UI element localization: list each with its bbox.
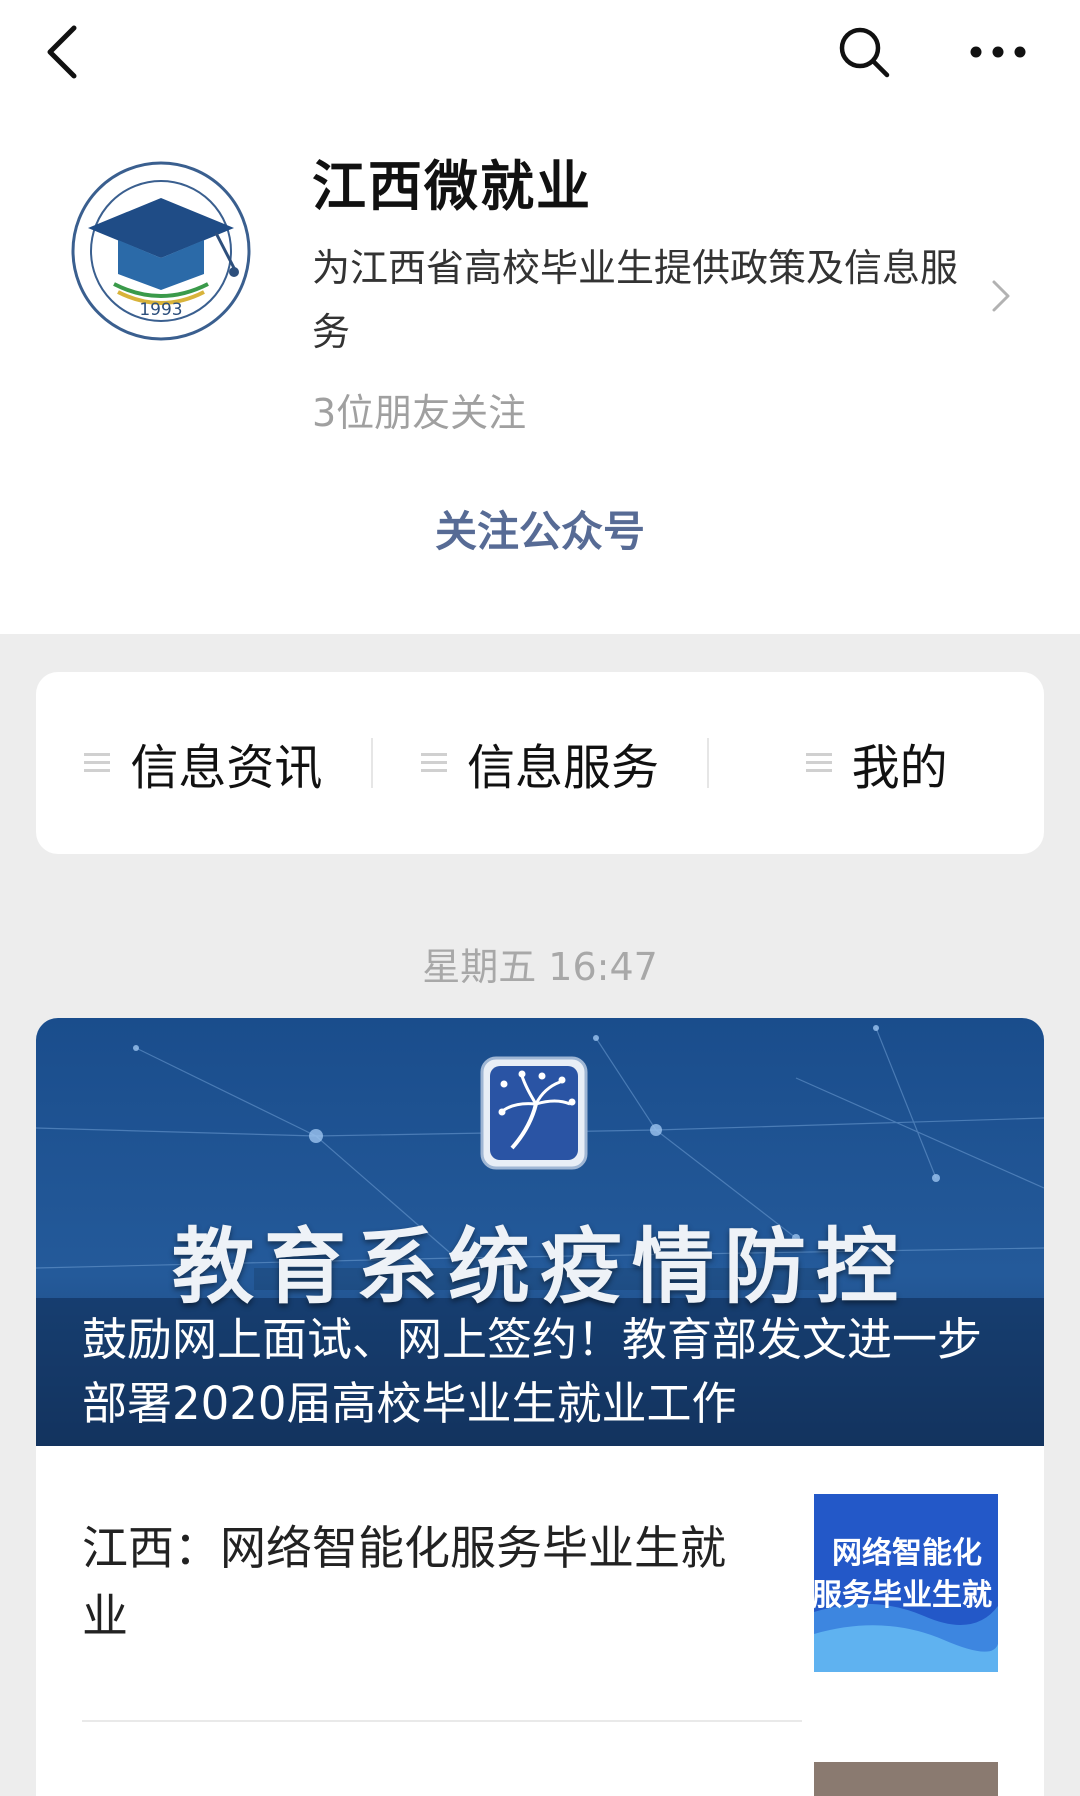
account-description[interactable]: 为江西省高校毕业生提供政策及信息服务: [312, 236, 992, 364]
account-name: 江西微就业: [312, 155, 592, 218]
sub-article-title[interactable]: 江西：网络智能化服务毕业生就业: [82, 1514, 742, 1650]
more-horizontal-icon[interactable]: [966, 30, 1030, 74]
list-item[interactable]: 江西：网络智能化服务毕业生就业 网络智能化 服务毕业生就: [36, 1446, 1044, 1720]
message-timestamp: 星期五 16:47: [422, 945, 658, 989]
menu-lines-icon: [421, 753, 447, 772]
cover-banner-text: 教育系统疫情防控: [171, 1220, 908, 1315]
friends-following-count: 3位朋友关注: [312, 391, 527, 435]
sub-article-thumbnail[interactable]: 网络智能化 服务毕业生就: [814, 1494, 998, 1672]
main-article-title[interactable]: 鼓励网上面试、网上签约！教育部发文进一步部署2020届高校毕业生就业工作: [82, 1308, 1012, 1436]
account-header: 1993 江西微就业 为江西省高校毕业生提供政策及信息服务 3位朋友关注 关注公…: [0, 0, 1080, 634]
thumbnail-text-line: 服务毕业生就: [814, 1578, 992, 1613]
follow-account-button[interactable]: 关注公众号: [0, 498, 1080, 559]
chevron-left-icon[interactable]: [40, 22, 88, 82]
list-divider: [82, 1720, 802, 1722]
chevron-right-icon[interactable]: [990, 278, 1012, 314]
menu-item-label: 信息服务: [467, 740, 660, 796]
menu-lines-icon: [84, 753, 111, 772]
main-article-cover[interactable]: 教育系统疫情防控 鼓励网上面试、网上签约！教育部发文进一步部署2020届高校毕业…: [36, 1018, 1044, 1446]
thumbnail-text-line: 网络智能化: [832, 1536, 982, 1571]
menu-lines-icon: [805, 753, 832, 772]
menu-item-label: 信息资讯: [130, 740, 323, 796]
menu-item-label: 我的: [851, 740, 948, 796]
account-menu-bar: 信息资讯 信息服务 我的: [36, 672, 1044, 854]
menu-item-info-news[interactable]: 信息资讯: [36, 672, 371, 854]
menu-item-info-service[interactable]: 信息服务: [373, 672, 708, 854]
logo-year: 1993: [139, 300, 182, 320]
education-system-emblem-icon: [480, 1056, 588, 1170]
account-avatar[interactable]: 1993: [66, 158, 256, 344]
search-icon[interactable]: [836, 24, 892, 80]
menu-item-mine[interactable]: 我的: [709, 672, 1044, 854]
sub-article-thumbnail[interactable]: [814, 1762, 998, 1796]
article-card: 教育系统疫情防控 鼓励网上面试、网上签约！教育部发文进一步部署2020届高校毕业…: [36, 1018, 1044, 1796]
